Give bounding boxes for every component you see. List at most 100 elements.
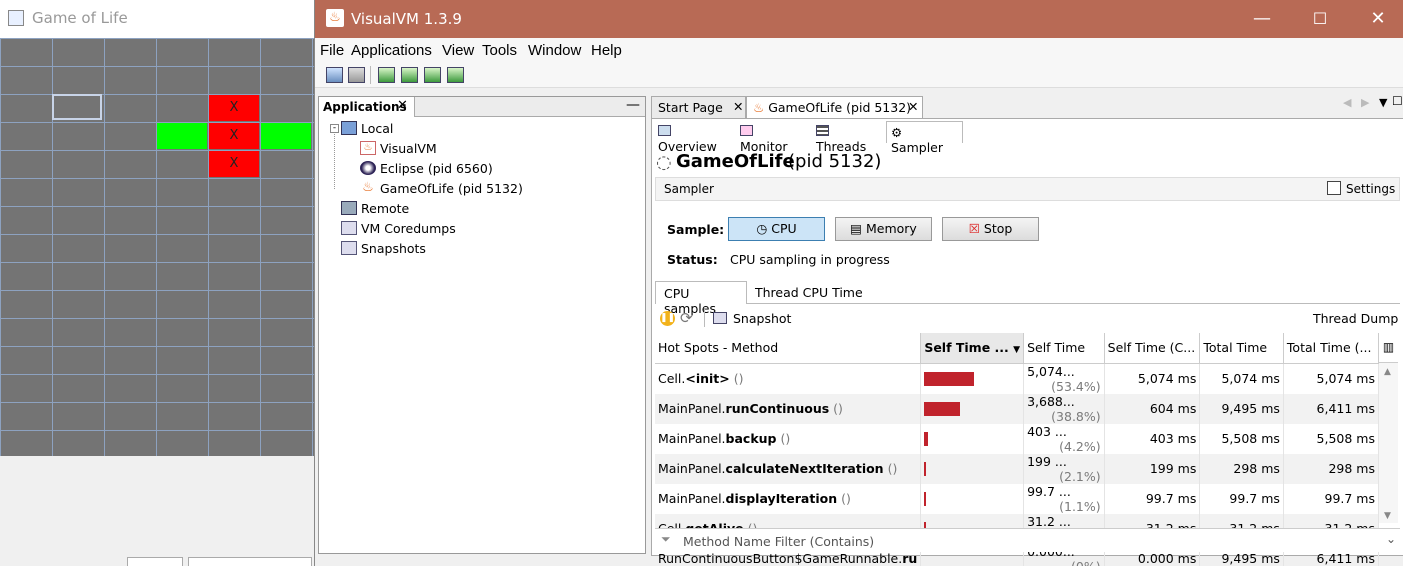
self-time-bar-cell — [920, 393, 1025, 424]
column-method[interactable]: Hot Spots - Method — [655, 333, 922, 364]
tree-item-snapshots[interactable]: Snapshots — [361, 241, 426, 256]
tree-item-visualvm[interactable]: VisualVM — [380, 141, 437, 156]
live-cell-green[interactable] — [157, 123, 207, 149]
tab-start-page[interactable]: Start Page ✕ — [651, 96, 746, 118]
method-filter-field[interactable]: ⏷ Method Name Filter (Contains) ⌄ — [655, 528, 1400, 552]
sampler-section-label: Sampler — [664, 182, 714, 196]
scroll-tabs-left-icon[interactable]: ◀ — [1343, 96, 1351, 109]
menu-applications[interactable]: Applications — [351, 42, 432, 59]
scroll-up-icon[interactable]: ▲ — [1384, 367, 1391, 377]
close-tab-icon[interactable]: ✕ — [397, 98, 408, 113]
live-cell-green[interactable] — [261, 123, 311, 149]
method-cell: MainPanel.calculateNextIteration () — [655, 453, 922, 484]
coredump-icon — [341, 221, 357, 235]
java-app-icon — [8, 10, 24, 26]
pause-icon[interactable]: ❚❚ — [660, 311, 675, 326]
gol-button[interactable] — [188, 557, 312, 566]
table-row[interactable]: MainPanel.backup () 403 ... (4.2%) 403 ms 5,… — [655, 423, 1380, 454]
column-self-time-cpu[interactable]: Self Time (C... — [1104, 333, 1201, 364]
tab-overview[interactable]: Overview — [654, 121, 734, 154]
tree-item-remote[interactable]: Remote — [361, 201, 409, 216]
tree-item-gameoflife[interactable]: GameOfLife (pid 5132) — [380, 181, 523, 196]
menu-view[interactable]: View — [442, 42, 474, 59]
tab-monitor[interactable]: Monitor — [736, 121, 808, 154]
add-vm-coredump-icon[interactable] — [424, 67, 441, 83]
menu-window[interactable]: Window — [528, 42, 581, 59]
tree-item-local[interactable]: Local — [361, 121, 393, 136]
maximize-editor-icon[interactable]: ☐ — [1392, 94, 1403, 108]
live-cell-red[interactable]: X — [209, 123, 259, 149]
cpu-button[interactable]: ◷ CPU — [728, 217, 825, 241]
menu-file[interactable]: File — [320, 42, 344, 59]
self-time-value: 99.7 ... — [1027, 483, 1071, 499]
gol-button[interactable] — [127, 557, 183, 566]
vvm-title-bar[interactable]: ♨ VisualVM 1.3.9 — ☐ ✕ — [315, 0, 1403, 38]
self-time-value: 31.2 ... — [1027, 513, 1071, 529]
column-self-time-bar[interactable]: Self Time ... ▼ — [920, 333, 1025, 364]
applications-tab[interactable]: Applications ✕ — [319, 97, 415, 117]
table-row[interactable]: MainPanel.displayIteration () 99.7 ... (1.… — [655, 483, 1380, 514]
add-snapshot-icon[interactable] — [447, 67, 464, 83]
self-time-cell: 403 ... (4.2%) — [1023, 423, 1105, 454]
live-cell-red[interactable]: X — [209, 151, 259, 177]
sampler-section-header: Sampler Settings — [655, 177, 1400, 201]
load-snapshot-icon[interactable] — [326, 67, 343, 83]
total-time-cpu-cell: 99.7 ms — [1283, 483, 1380, 514]
life-grid[interactable]: XXX — [0, 38, 316, 456]
status-label: Status: — [667, 252, 718, 267]
column-total-time-cpu[interactable]: Total Time (... — [1283, 333, 1380, 364]
method-args: () — [837, 491, 851, 506]
table-row[interactable]: MainPanel.runContinuous () 3,688... (38.8%… — [655, 393, 1380, 424]
cpu-button-label: CPU — [771, 221, 797, 236]
method-class: MainPanel. — [658, 461, 726, 476]
tab-gameoflife[interactable]: ♨ GameOfLife (pid 5132) ✕ — [746, 96, 923, 118]
method-name: backup — [725, 431, 777, 446]
minimize-panel-icon[interactable]: — — [626, 97, 640, 113]
tab-threads[interactable]: Threads — [812, 121, 884, 154]
column-self-time[interactable]: Self Time — [1023, 333, 1105, 364]
add-remote-host-icon[interactable] — [401, 67, 418, 83]
scroll-down-icon[interactable]: ▼ — [1384, 511, 1391, 521]
tree-item-eclipse[interactable]: Eclipse (pid 6560) — [380, 161, 493, 176]
tab-list-icon[interactable]: ▼ — [1379, 96, 1387, 109]
column-chooser-icon[interactable]: ▥ — [1379, 333, 1398, 363]
menu-help[interactable]: Help — [591, 42, 622, 59]
close-tab-icon[interactable]: ✕ — [908, 99, 918, 114]
table-row[interactable]: MainPanel.calculateNextIteration () 199 .… — [655, 453, 1380, 484]
applications-panel-header: Applications ✕ — — [319, 97, 645, 117]
column-total-time[interactable]: Total Time — [1199, 333, 1284, 364]
table-row[interactable]: Cell.<init> () 5,074... (53.4%) 5,074 ms 5,0… — [655, 363, 1380, 394]
sampler-icon: ⚙ — [891, 125, 903, 140]
method-args: () — [776, 431, 791, 446]
memory-button[interactable]: ▤ Memory — [835, 217, 932, 241]
snapshot-button[interactable]: Snapshot — [733, 311, 791, 326]
memory-chip-icon: ▤ — [850, 221, 862, 236]
filter-dropdown-icon[interactable]: ⌄ — [1386, 532, 1396, 546]
live-cell-red[interactable]: X — [209, 95, 259, 121]
refresh-icon[interactable]: ⟳ — [680, 309, 693, 327]
local-host-icon — [341, 121, 357, 135]
self-time-percent: (53.4%) — [1051, 378, 1101, 394]
vertical-scrollbar[interactable]: ▲ ▼ — [1379, 363, 1398, 523]
tab-thread-cpu-time[interactable]: Thread CPU Time — [751, 281, 867, 304]
maximize-button[interactable]: ☐ — [1291, 0, 1349, 38]
settings-checkbox[interactable] — [1327, 181, 1341, 195]
filter-icon: ⏷ — [661, 532, 671, 546]
collapse-local-icon[interactable]: - — [330, 124, 339, 133]
tab-sampler[interactable]: ⚙ Sampler — [886, 121, 963, 155]
minimize-button[interactable]: — — [1233, 0, 1291, 38]
settings-label[interactable]: Settings — [1346, 182, 1395, 196]
tab-cpu-samples[interactable]: CPU samples — [655, 281, 747, 316]
scroll-tabs-right-icon[interactable]: ▶ — [1361, 96, 1369, 109]
gol-title-bar[interactable]: Game of Life — [0, 0, 316, 38]
stop-button[interactable]: ☒ Stop — [942, 217, 1039, 241]
menu-tools[interactable]: Tools — [482, 42, 517, 59]
save-icon[interactable] — [348, 67, 365, 83]
tree-item-coredumps[interactable]: VM Coredumps — [361, 221, 456, 236]
thread-dump-button[interactable]: Thread Dump — [1313, 311, 1398, 326]
add-jmx-connection-icon[interactable] — [378, 67, 395, 83]
close-button[interactable]: ✕ — [1349, 0, 1403, 38]
close-tab-icon[interactable]: ✕ — [733, 99, 743, 114]
threads-icon — [816, 125, 829, 136]
sort-desc-icon: ▼ — [1013, 345, 1021, 356]
